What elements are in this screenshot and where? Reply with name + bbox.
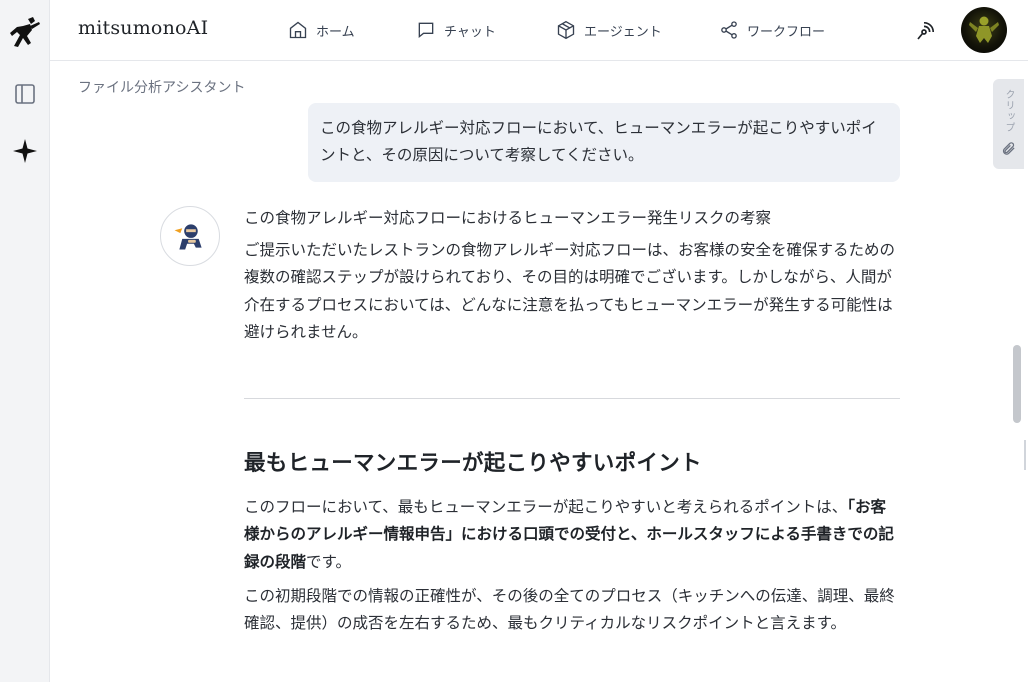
nav-home-label: ホーム bbox=[316, 24, 355, 40]
section-p1-tail: です。 bbox=[306, 552, 351, 571]
section-paragraph-2: この初期段階での情報の正確性が、その後の全てのプロセス（キッチンへの伝達、調理、… bbox=[244, 587, 895, 633]
sidebar-toggle-icon[interactable] bbox=[13, 82, 37, 106]
breadcrumb[interactable]: ファイル分析アシスタント bbox=[78, 77, 245, 97]
assistant-answer: この食物アレルギー対応フローにおけるヒューマンエラー発生リスクの考察 ご提示いた… bbox=[244, 205, 900, 346]
nav-workflow[interactable]: ワークフロー bbox=[719, 18, 825, 42]
sparkle-icon[interactable] bbox=[12, 138, 38, 164]
avatar-figure-icon bbox=[969, 16, 999, 43]
cube-icon bbox=[557, 20, 575, 40]
home-icon bbox=[289, 21, 307, 39]
scrollbar-thumb[interactable] bbox=[1013, 345, 1021, 423]
section-p1-lead: このフローにおいて、最もヒューマンエラーが起こりやすいと考えられるポイントは、 bbox=[244, 498, 848, 516]
nav-workflow-label: ワークフロー bbox=[747, 24, 826, 40]
section-heading: 最もヒューマンエラーが起こりやすいポイント bbox=[244, 451, 702, 476]
runner-logo-icon[interactable] bbox=[9, 16, 41, 52]
top-bar: mitsumonoAI ホーム チャット エージェント ワークフロー bbox=[50, 0, 1028, 61]
ninja-assistant-icon bbox=[174, 224, 202, 250]
chat-bubble-icon bbox=[418, 22, 434, 39]
user-message-bubble: この食物アレルギー対応フローにおいて、ヒューマンエラーが起こりやすいポイントと、… bbox=[308, 103, 900, 182]
answer-title: この食物アレルギー対応フローにおけるヒューマンエラー発生リスクの考察 bbox=[244, 209, 772, 227]
section-paragraph-1: このフローにおいて、最もヒューマンエラーが起こりやすいと考えられるポイントは、「… bbox=[244, 494, 900, 576]
assistant-avatar bbox=[160, 206, 220, 266]
nav-agent-label: エージェント bbox=[584, 24, 662, 40]
nav-chat[interactable]: チャット bbox=[416, 18, 496, 42]
answer-intro: ご提示いただいたレストランの食物アレルギー対応フローは、お客様の安全を確保するた… bbox=[244, 241, 896, 341]
broadcast-icon[interactable] bbox=[914, 18, 938, 42]
nav-home[interactable]: ホーム bbox=[288, 18, 355, 42]
share-nodes-icon bbox=[721, 21, 737, 39]
brand-name[interactable]: mitsumonoAI bbox=[78, 17, 208, 39]
section-divider bbox=[244, 398, 900, 399]
nav-chat-label: チャット bbox=[444, 24, 496, 40]
scroll-edge-marker bbox=[1024, 440, 1026, 470]
user-avatar[interactable] bbox=[961, 7, 1007, 53]
nav-agent[interactable]: エージェント bbox=[556, 18, 662, 42]
left-rail bbox=[0, 0, 50, 682]
